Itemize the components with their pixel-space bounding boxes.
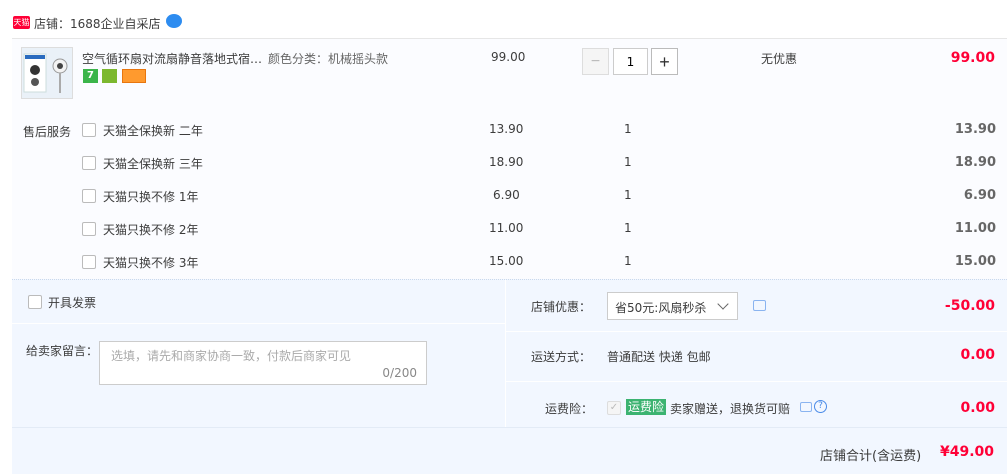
service-checkbox[interactable]	[82, 189, 96, 203]
product-image[interactable]	[21, 47, 73, 99]
service-qty: 1	[624, 221, 632, 235]
card-icon	[122, 69, 146, 83]
service-name: 天猫全保换新 三年	[103, 157, 203, 171]
product-price: 99.00	[491, 50, 526, 64]
decrease-button[interactable]: −	[582, 48, 609, 75]
service-price: 13.90	[489, 122, 524, 136]
discount-label: 店铺优惠：	[531, 300, 592, 314]
help-icon[interactable]: ?	[814, 400, 827, 413]
shipping-amount: 0.00	[960, 347, 995, 363]
comment-icon[interactable]	[753, 300, 766, 311]
column-separator	[505, 280, 506, 427]
shop-total-label: 店铺合计(含运费)	[820, 449, 922, 464]
service-price: 15.00	[489, 254, 524, 268]
services-label: 售后服务	[23, 125, 72, 139]
left-divider	[12, 323, 505, 324]
service-checkbox[interactable]	[82, 255, 96, 269]
message-box[interactable]: 选填，请先和商家协商一致，付款后商家可见 0/200	[99, 341, 427, 385]
increase-button[interactable]: +	[651, 48, 678, 75]
service-total: 18.90	[954, 155, 996, 170]
item-subtotal: 99.00	[950, 50, 995, 66]
service-total: 6.90	[963, 188, 996, 203]
shipping-label: 运送方式：	[531, 350, 592, 364]
quantity-stepper: − +	[582, 48, 680, 76]
insurance-amount: 0.00	[960, 400, 995, 416]
service-name: 天猫全保换新 二年	[103, 124, 203, 138]
right-divider	[506, 331, 1007, 332]
chevron-down-icon	[717, 298, 729, 310]
service-name: 天猫只换不修 2年	[103, 223, 199, 237]
invoice-checkbox[interactable]	[28, 295, 42, 309]
service-name: 天猫只换不修 3年	[103, 256, 199, 270]
message-counter: 0/200	[382, 366, 417, 380]
shop-label: 店铺：	[34, 17, 71, 31]
service-price: 11.00	[489, 221, 524, 235]
shop-name-link[interactable]: 1688企业自采店	[70, 15, 161, 32]
insurance-label: 运费险：	[545, 402, 594, 416]
service-total: 13.90	[954, 122, 996, 137]
discount-amount: -50.00	[944, 298, 995, 314]
invoice-label: 开具发票	[48, 296, 97, 310]
promo-text: 无优惠	[761, 52, 798, 66]
service-name: 天猫只换不修 1年	[103, 190, 199, 204]
service-price: 18.90	[489, 155, 524, 169]
service-price: 6.90	[493, 188, 520, 202]
service-checkbox[interactable]	[82, 123, 96, 137]
message-label: 给卖家留言：	[26, 344, 99, 358]
shipping-method: 普通配送 快递 包邮	[607, 350, 711, 364]
service-qty: 1	[624, 122, 632, 136]
quantity-input[interactable]	[613, 48, 648, 75]
service-checkbox[interactable]	[82, 222, 96, 236]
service-total: 11.00	[954, 221, 996, 236]
chat-bubble-icon[interactable]	[166, 14, 182, 28]
discount-selected: 省50元:风扇秒杀	[615, 301, 707, 315]
service-checkbox[interactable]	[82, 156, 96, 170]
service-total: 15.00	[954, 254, 996, 269]
product-sku: 颜色分类：机械摇头款	[268, 52, 389, 66]
guarantee-icon	[102, 69, 117, 83]
shop-total-amount: ¥49.00	[940, 444, 995, 460]
service-qty: 1	[624, 188, 632, 202]
discount-select[interactable]: 省50元:风扇秒杀	[607, 292, 738, 320]
comment-icon[interactable]	[800, 402, 812, 412]
product-title-link[interactable]: 空气循环扇对流扇静音落地式宿…	[82, 50, 262, 67]
tmall-badge: 天猫	[13, 16, 30, 29]
service-qty: 1	[624, 254, 632, 268]
message-placeholder: 选填，请先和商家协商一致，付款后商家可见	[111, 349, 352, 363]
insurance-checkbox: ✓	[607, 401, 621, 415]
service-qty: 1	[624, 155, 632, 169]
insurance-desc: 卖家赠送，退换货可赔	[670, 402, 791, 416]
7-day-return-icon: 7	[83, 69, 98, 83]
right-divider	[506, 381, 1007, 382]
insurance-tag: 运费险	[626, 399, 667, 415]
